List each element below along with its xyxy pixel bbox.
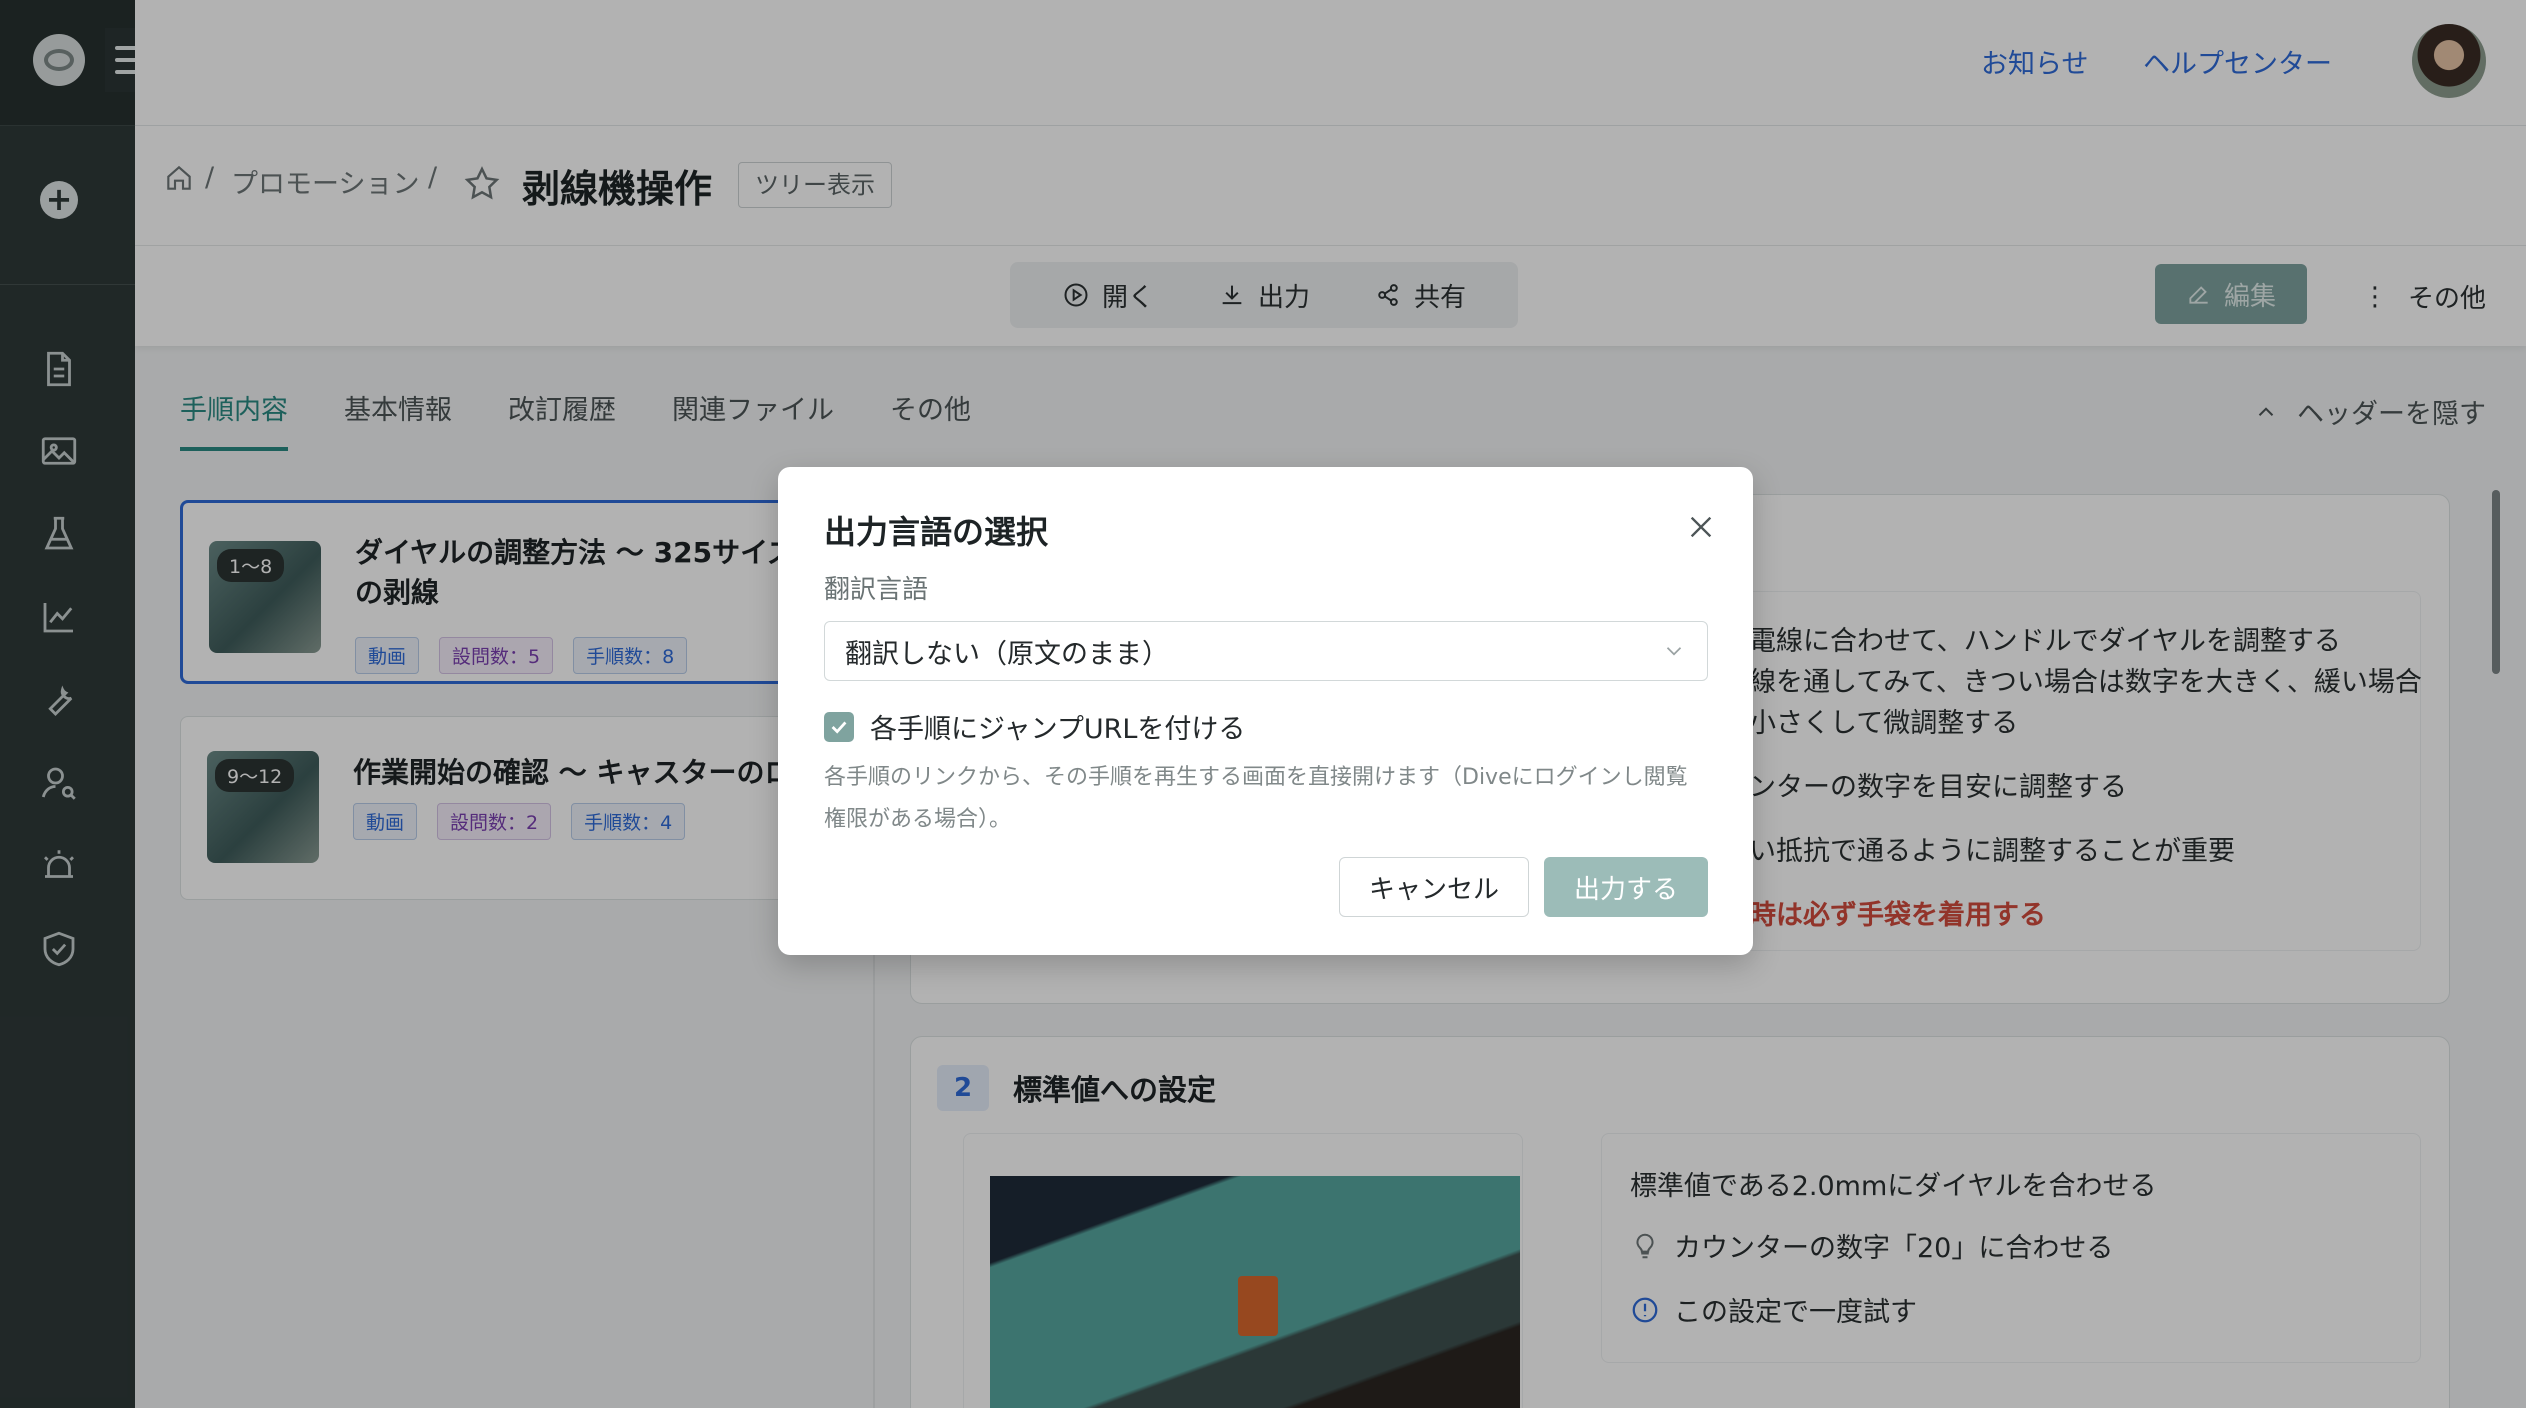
translation-language-select[interactable]: 翻訳しない（原文のまま） <box>824 621 1708 681</box>
jump-url-option[interactable]: 各手順にジャンプURLを付ける <box>824 707 1245 746</box>
close-icon[interactable] <box>1685 511 1717 543</box>
translation-language-label: 翻訳言語 <box>824 575 929 605</box>
export-language-dialog: 出力言語の選択 翻訳言語 翻訳しない（原文のまま） 各手順にジャンプURLを付け… <box>778 467 1753 955</box>
jump-url-label: 各手順にジャンプURLを付ける <box>870 714 1246 745</box>
check-icon <box>831 720 847 734</box>
select-value: 翻訳しない（原文のまま） <box>845 638 1169 670</box>
export-submit-button[interactable]: 出力する <box>1544 857 1708 917</box>
jump-url-checkbox[interactable] <box>824 711 854 742</box>
dialog-title: 出力言語の選択 <box>824 513 1049 551</box>
cancel-button[interactable]: キャンセル <box>1339 857 1529 917</box>
chevron-down-icon <box>1666 647 1682 656</box>
help-text: 各手順のリンクから、その手順を再生する画面を直接開けます（Diveにログインし閲… <box>824 765 1688 832</box>
